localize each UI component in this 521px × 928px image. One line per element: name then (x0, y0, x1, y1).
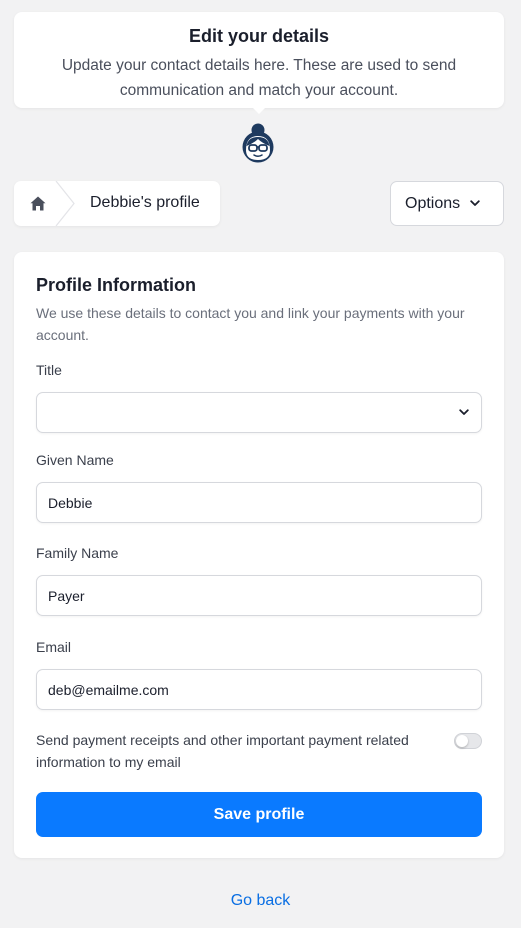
email-receipts-label: Send payment receipts and other importan… (36, 732, 409, 770)
email-receipts-toggle[interactable] (454, 733, 482, 749)
options-label: Options (405, 194, 461, 212)
title-select[interactable] (36, 392, 482, 433)
go-back-link[interactable]: Go back (0, 892, 521, 910)
assistant-avatar-icon (242, 123, 274, 163)
email-field[interactable] (36, 669, 482, 710)
title-select-value[interactable] (37, 393, 481, 432)
speech-bubble-tail (253, 108, 265, 114)
options-button[interactable]: Options (390, 181, 504, 226)
save-profile-button[interactable]: Save profile (36, 792, 482, 837)
chevron-down-icon (470, 200, 480, 206)
toggle-knob (456, 735, 468, 747)
profile-form-card: Profile Information We use these details… (14, 252, 504, 858)
family-name-input[interactable] (37, 576, 481, 615)
email-label: Email (36, 639, 72, 655)
form-title: Profile Information (36, 275, 197, 295)
given-name-field[interactable] (36, 482, 482, 523)
given-name-label: Given Name (36, 452, 114, 468)
chevron-down-icon (459, 409, 469, 415)
home-icon[interactable] (30, 196, 46, 211)
form-description: We use these details to contact you and … (36, 305, 465, 343)
given-name-input[interactable] (37, 483, 481, 522)
email-input[interactable] (37, 670, 481, 709)
breadcrumb-current[interactable]: Debbie's profile (90, 194, 200, 212)
breadcrumb-separator (55, 181, 75, 226)
page-title: Edit your details (188, 26, 330, 46)
family-name-label: Family Name (36, 545, 119, 561)
title-label: Title (36, 362, 62, 378)
breadcrumb: Debbie's profile (14, 181, 220, 226)
page-subtitle: Update your contact details here. These … (61, 57, 457, 99)
header-card: Edit your details Update your contact de… (14, 12, 504, 108)
family-name-field[interactable] (36, 575, 482, 616)
